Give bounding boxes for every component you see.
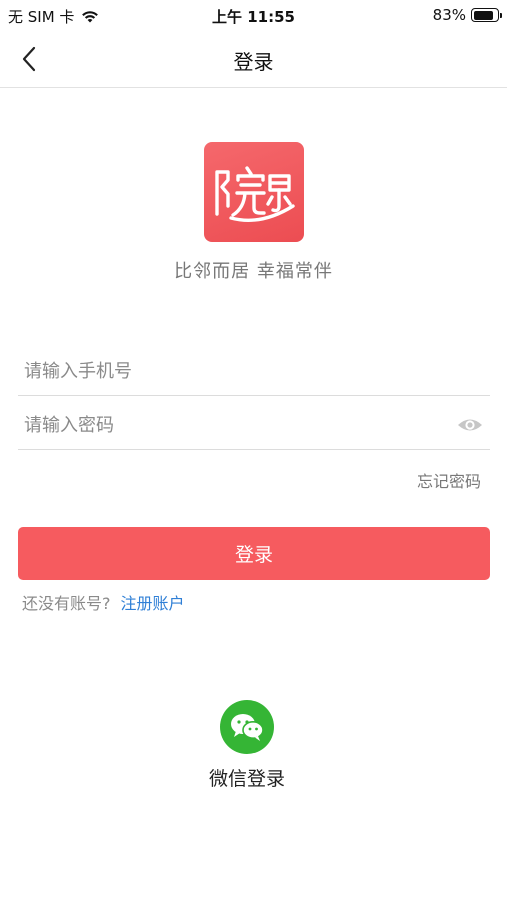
battery-icon: [471, 8, 502, 22]
status-right: 83%: [432, 6, 502, 24]
app-logo: [204, 142, 304, 242]
phone-field: [18, 346, 490, 396]
nav-bar: 登录: [0, 30, 507, 88]
page-title: 登录: [233, 50, 274, 74]
forgot-password-link[interactable]: 忘记密码: [417, 468, 481, 492]
status-time: 上午 11:55: [212, 8, 295, 26]
slogan: 比邻而居 幸福常伴: [174, 261, 333, 282]
wechat-login-label: 微信登录: [208, 768, 285, 790]
register-link[interactable]: 注册账户: [121, 590, 185, 614]
wechat-login-button[interactable]: [220, 700, 274, 754]
password-input[interactable]: [24, 410, 444, 440]
login-button[interactable]: 登录: [18, 527, 490, 580]
no-account-text: 还没有账号?: [22, 594, 111, 613]
eye-icon: [458, 419, 482, 431]
logo-mark-icon: [215, 166, 295, 222]
password-visibility-toggle[interactable]: [456, 414, 484, 436]
phone-input[interactable]: [24, 356, 444, 386]
password-field: [18, 400, 490, 450]
battery-level: [473, 10, 493, 20]
battery-percent: 83%: [432, 6, 466, 24]
register-row: 还没有账号? 注册账户: [22, 590, 185, 614]
status-bar: 无 SIM 卡 上午 11:55 83%: [0, 0, 507, 30]
wechat-icon: [231, 714, 264, 741]
